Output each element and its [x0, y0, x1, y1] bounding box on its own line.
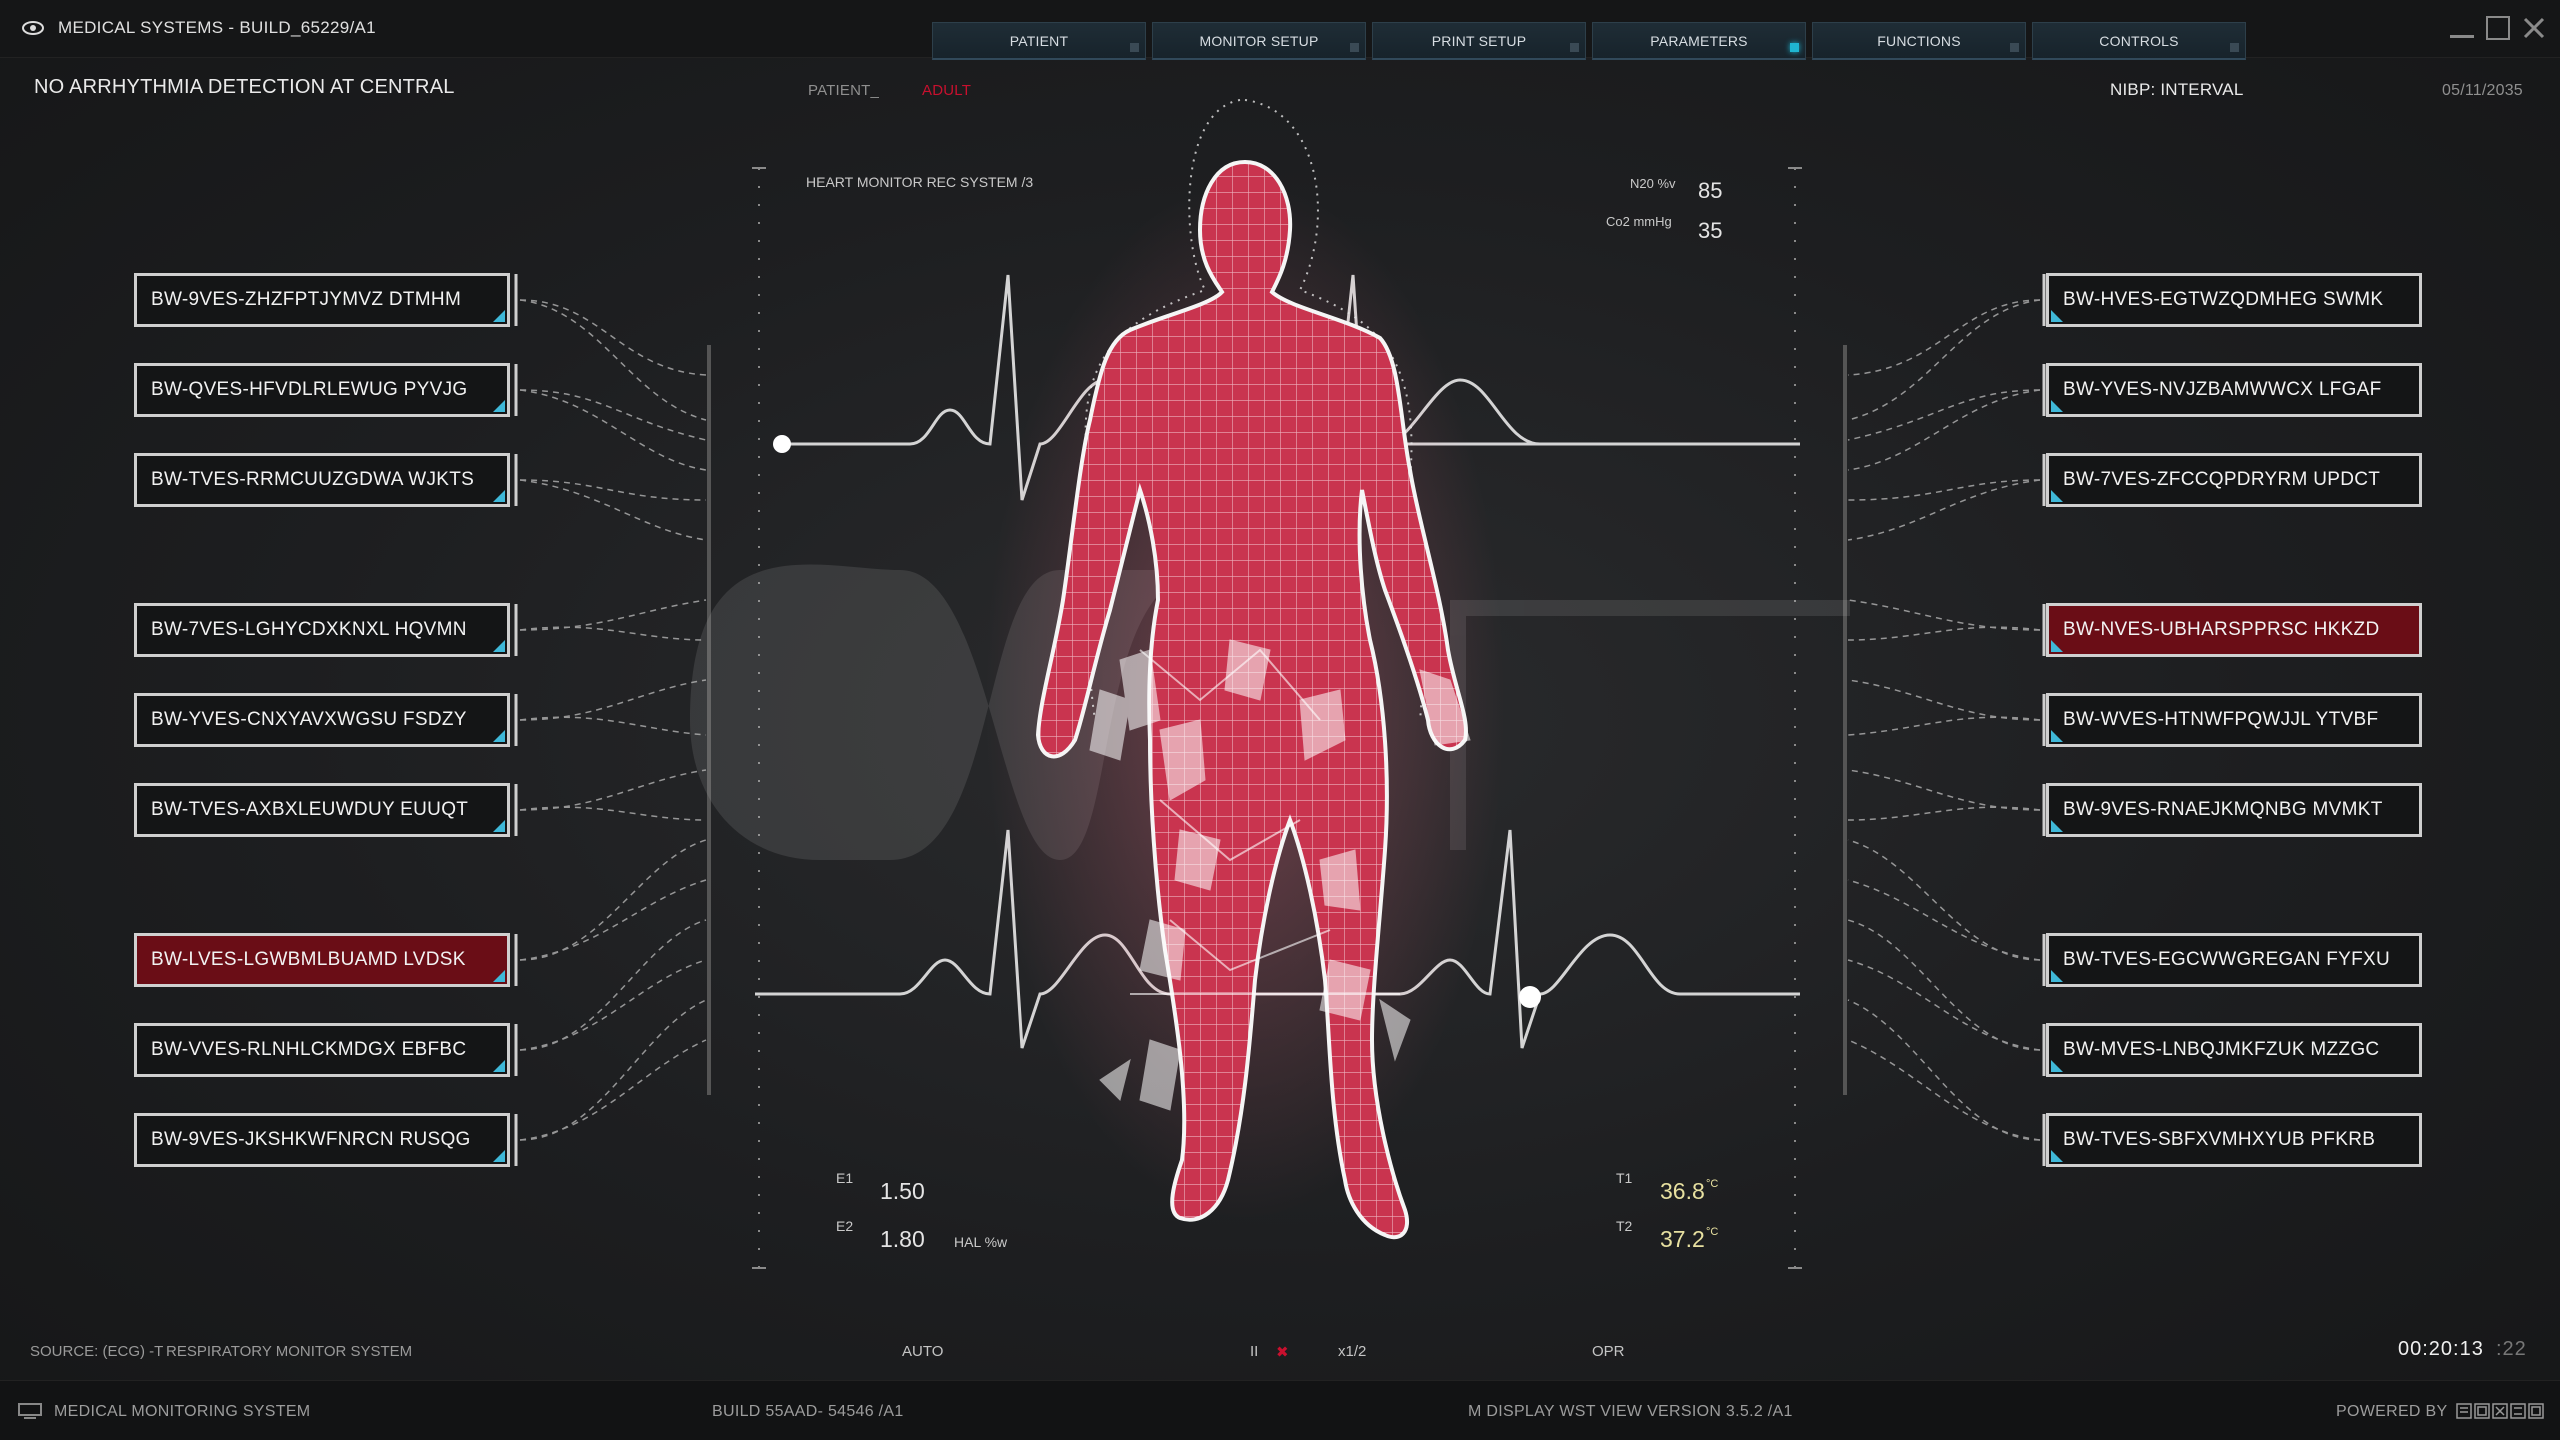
auto-button[interactable]: AUTO [902, 1343, 943, 1360]
sensor-label-left[interactable]: BW-QVES-HFVDLRLEWUG PYVJG [134, 363, 510, 417]
monitor-icon [18, 1403, 42, 1419]
sensor-label-left[interactable]: BW-VVES-RLNHLCKMDGX EBFBC [134, 1023, 510, 1077]
sensor-label-right[interactable]: BW-TVES-EGCWWGREGAN FYFXU [2046, 933, 2422, 987]
timer-frac: :22 [2496, 1338, 2527, 1360]
sensor-label-left[interactable]: BW-TVES-RRMCUUZGDWA WJKTS [134, 453, 510, 507]
sensor-label-right[interactable]: BW-9VES-RNAEJKMQNBG MVMKT [2046, 783, 2422, 837]
e2-label: E2 [836, 1218, 854, 1234]
speed-button[interactable]: x1/2 [1338, 1343, 1366, 1360]
e1-label: E1 [836, 1170, 854, 1186]
t2-unit: °C [1706, 1226, 1719, 1238]
n2o-value: 85 [1698, 178, 1723, 203]
t2-label: T2 [1616, 1218, 1633, 1234]
sensor-label-right[interactable]: BW-TVES-SBFXVMHXYUB PFKRB [2046, 1113, 2422, 1167]
timer: 00:20:13 [2398, 1338, 2484, 1360]
sensor-label-right[interactable]: BW-HVES-EGTWZQDMHEG SWMK [2046, 273, 2422, 327]
e1-value: 1.50 [880, 1178, 925, 1204]
footer-bar: MEDICAL MONITORING SYSTEM BUILD 55AAD- 5… [0, 1380, 2560, 1440]
sensor-label-left[interactable]: BW-TVES-AXBXLEUWDUY EUUQT [134, 783, 510, 837]
footer-system: MEDICAL MONITORING SYSTEM [54, 1403, 311, 1420]
t1-unit: °C [1706, 1178, 1719, 1190]
ecg-cursor-top [773, 435, 791, 453]
footer-version: M DISPLAY WST VIEW VERSION 3.5.2 /A1 [1468, 1403, 1793, 1420]
vendor-logo [2456, 1403, 2544, 1419]
opr-button[interactable]: OPR [1592, 1343, 1625, 1360]
sensor-label-left[interactable]: BW-9VES-ZHZFPTJYMVZ DTMHM [134, 273, 510, 327]
sensor-label-left[interactable]: BW-7VES-LGHYCDXKNXL HQVMN [134, 603, 510, 657]
sensor-label-right[interactable]: BW-WVES-HTNWFPQWJJL YTVBF [2046, 693, 2422, 747]
sensor-label-right[interactable]: BW-MVES-LNBQJMKFZUK MZZGC [2046, 1023, 2422, 1077]
t2-value: 37.2 [1660, 1226, 1705, 1252]
connector-lines-left [519, 299, 707, 1141]
monitor-title: HEART MONITOR REC SYSTEM /3 [806, 174, 1034, 190]
footer-powered: POWERED BY [2336, 1403, 2448, 1420]
ecg-source: SOURCE: (ECG) -T [30, 1343, 164, 1360]
sensor-label-right-alert[interactable]: BW-NVES-UBHARSPPRSC HKKZD [2046, 603, 2422, 657]
sensor-label-right[interactable]: BW-YVES-NVJZBAMWWCX LFGAF [2046, 363, 2422, 417]
resp-system-label: RESPIRATORY MONITOR SYSTEM [166, 1343, 413, 1360]
pause-button[interactable]: II [1250, 1343, 1258, 1360]
sensor-label-left-alert[interactable]: BW-LVES-LGWBMLBUAMD LVDSK [134, 933, 510, 987]
sensor-label-left[interactable]: BW-YVES-CNXYAVXWGSU FSDZY [134, 693, 510, 747]
sensor-label-right[interactable]: BW-7VES-ZFCCQPDRYRM UPDCT [2046, 453, 2422, 507]
stop-button[interactable]: ✖ [1276, 1343, 1289, 1361]
co2-value: 35 [1698, 218, 1723, 243]
footer-build: BUILD 55AAD- 54546 /A1 [712, 1403, 904, 1420]
t1-label: T1 [1616, 1170, 1633, 1186]
n2o-label: N20 %v [1630, 176, 1676, 191]
hal-label: HAL %w [954, 1234, 1008, 1250]
ecg-cursor-bottom [1519, 986, 1541, 1008]
human-body-figure [985, 99, 1505, 1240]
t1-value: 36.8 [1660, 1178, 1705, 1204]
e2-value: 1.80 [880, 1226, 925, 1252]
connector-lines-right [1847, 299, 2041, 1141]
sensor-label-left[interactable]: BW-9VES-JKSHKWFNRCN RUSQG [134, 1113, 510, 1167]
co2-label: Co2 mmHg [1606, 214, 1672, 229]
